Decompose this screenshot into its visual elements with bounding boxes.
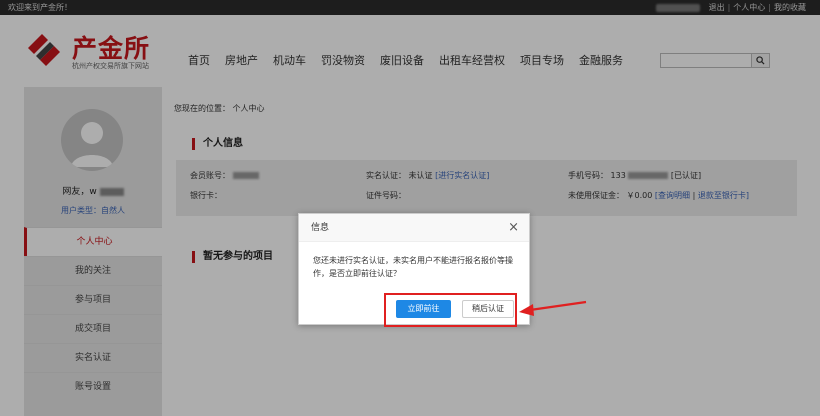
annotation-highlight-box — [384, 293, 517, 327]
dialog-message: 您还未进行实名认证，未实名用户不能进行报名报价等操作，是否立即前往认证？ — [313, 256, 513, 278]
dialog-title: 信息 — [311, 223, 330, 233]
dialog-header: 信息 × — [299, 214, 529, 242]
close-icon[interactable]: × — [508, 214, 519, 242]
modal-overlay — [0, 0, 820, 416]
annotation-arrow-icon — [519, 300, 587, 316]
